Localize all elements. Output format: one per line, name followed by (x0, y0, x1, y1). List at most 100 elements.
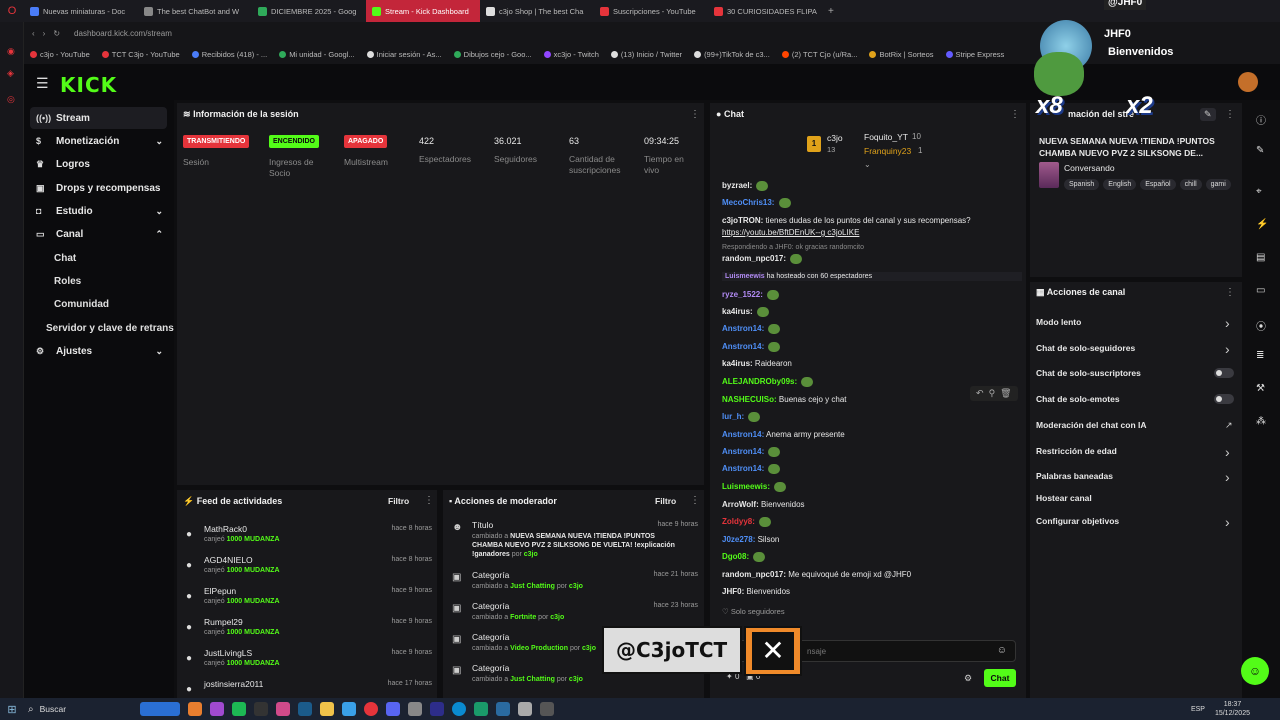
emote-icon[interactable] (767, 290, 780, 300)
taskbar-app-icon[interactable] (139, 702, 180, 716)
bookmark-item[interactable]: c3jo - YouTube (30, 50, 90, 59)
emote-icon[interactable] (801, 377, 814, 387)
chat-message[interactable]: MecoChris13: (722, 198, 791, 208)
info-icon[interactable]: ⓘ (1256, 112, 1266, 127)
mod-action-user[interactable]: c3jo (550, 614, 564, 621)
channel-action-item[interactable]: Chat de solo-emotes (1036, 394, 1120, 404)
channel-action-item[interactable]: Configurar objetivos (1036, 516, 1119, 526)
activity-user[interactable]: ElPepun (204, 586, 236, 596)
emoji-icon[interactable]: ☺ (997, 645, 1007, 656)
channel-action-item[interactable]: Palabras baneadas (1036, 471, 1113, 481)
chat-message[interactable]: Anstron14: (722, 464, 781, 474)
chat-username[interactable]: lur_h: (722, 412, 744, 421)
language-indicator[interactable]: ESP (1191, 706, 1205, 713)
chat-message[interactable]: c3joTRON: tienes dudas de los puntos del… (722, 216, 971, 225)
chat-message[interactable]: random_npc017: Me equivoqué de emoji xd … (722, 570, 911, 579)
bookmark-item[interactable]: (99+)TikTok de c3... (694, 50, 770, 59)
pencil-icon[interactable]: ✎ (1256, 145, 1264, 156)
taskbar-app-icon[interactable] (231, 702, 246, 716)
taskbar-app-icon[interactable] (473, 702, 488, 716)
taskbar-app-icon[interactable] (517, 702, 532, 716)
chat-settings-icon[interactable]: ⚙ (964, 673, 972, 684)
chat-message[interactable]: Anstron14: (722, 342, 781, 352)
sidebar-sub-roles[interactable]: Roles (54, 276, 81, 287)
chat-username[interactable]: ka4irus: (722, 359, 753, 368)
chat-username[interactable]: NASHECUISo: (722, 395, 777, 404)
toggle-switch[interactable] (1214, 368, 1234, 378)
external-link-icon[interactable]: ↗ (1225, 420, 1233, 431)
emote-icon[interactable] (753, 552, 766, 562)
emote-icon[interactable] (768, 342, 781, 352)
reload-icon[interactable]: ↻ (53, 29, 60, 38)
chat-message[interactable]: Respondiendo a JHF0: ok gracias randomci… (722, 244, 864, 251)
kebab-menu-icon[interactable]: ⋮ (1225, 287, 1235, 298)
edit-icon[interactable]: ✎ (1200, 108, 1216, 121)
chat-message[interactable]: https://youtu.be/BftDEnUK--g c3joLIKE (722, 228, 859, 237)
mod-action-user[interactable]: c3jo (569, 676, 583, 683)
bookmark-item[interactable]: Iniciar sesión - As... (366, 50, 442, 59)
chevron-right-icon[interactable]: › (1225, 469, 1230, 485)
reply-icon[interactable]: ↶ (976, 388, 984, 398)
emote-icon[interactable] (768, 324, 781, 334)
channel-action-item[interactable]: Moderación del chat con IA (1036, 420, 1147, 430)
taskbar-app-icon[interactable] (451, 702, 466, 716)
chat-username[interactable]: Luismeewis: (722, 482, 770, 491)
emote-icon[interactable] (768, 447, 781, 457)
bookmark-item[interactable]: (2) TCT Cjo (u/Ra... (781, 50, 857, 59)
chat-username[interactable]: Anstron14: (722, 430, 764, 439)
chat-message[interactable]: Anstron14: Anema army presente (722, 430, 845, 439)
pin-icon[interactable]: ⚲ (989, 388, 996, 398)
emote-icon[interactable] (774, 482, 787, 492)
bookmark-item[interactable]: (13) Inicio / Twitter (610, 50, 682, 59)
chat-message[interactable]: Anstron14: (722, 324, 781, 334)
activity-user[interactable]: JustLivingLS (204, 648, 252, 658)
channel-action-item[interactable]: Modo lento (1036, 317, 1081, 327)
document-icon[interactable]: ▤ (1256, 252, 1265, 263)
sidebar-item-estudio[interactable]: ◘ Estudio ⌄ (30, 200, 167, 222)
activity-user[interactable]: Rumpel29 (204, 617, 243, 627)
taskbar-app-icon[interactable] (385, 702, 400, 716)
chat-username[interactable]: Anstron14: (722, 324, 764, 333)
sidebar-sub-chat[interactable]: Chat (54, 253, 76, 264)
mod-action-user[interactable]: c3jo (569, 583, 583, 590)
chat-message[interactable]: ka4irus: (722, 307, 769, 317)
chat-username[interactable]: Anstron14: (722, 447, 764, 456)
bookmark-item[interactable]: Mi unidad - Googl... (279, 50, 355, 59)
chevron-right-icon[interactable]: › (1225, 341, 1230, 357)
taskbar-app-icon[interactable] (275, 702, 290, 716)
emote-icon[interactable] (768, 464, 781, 474)
back-icon[interactable]: ‹ (32, 29, 35, 38)
taskbar-app-icon[interactable] (209, 702, 224, 716)
taskbar-app-icon[interactable] (495, 702, 510, 716)
taskbar-app-icon[interactable] (363, 702, 378, 716)
chevron-down-icon[interactable]: ⌄ (864, 160, 871, 169)
kebab-menu-icon[interactable]: ⋮ (424, 495, 434, 506)
chat-message[interactable]: Anstron14: (722, 447, 781, 457)
mod-action-user[interactable]: c3jo (582, 645, 596, 652)
chat-message[interactable]: random_npc017: (722, 254, 803, 264)
chevron-right-icon[interactable]: › (1225, 514, 1230, 530)
sidebar-item-canal[interactable]: ▭ Canal ⌃ (30, 223, 167, 245)
chat-username[interactable]: J0ze278: (722, 535, 755, 544)
hamburger-icon[interactable]: ☰ (36, 75, 49, 92)
emote-icon[interactable] (790, 254, 803, 264)
chat-message[interactable]: NASHECUISo: Buenas cejo y chat (722, 395, 847, 404)
toggle-switch[interactable] (1214, 394, 1234, 404)
channel-action-item[interactable]: Chat de solo-seguidores (1036, 343, 1135, 353)
chat-message[interactable]: J0ze278: Silson (722, 535, 779, 544)
chat-message[interactable]: JHF0: Bienvenidos (722, 587, 790, 596)
emote-icon[interactable] (756, 181, 769, 191)
chevron-right-icon[interactable]: › (1225, 315, 1230, 331)
broadcast-icon[interactable]: ⦿ (1256, 318, 1266, 333)
opera-logo-icon[interactable]: O (0, 5, 24, 17)
bookmark-item[interactable]: BotRix | Sorteos (869, 50, 934, 59)
activity-user[interactable]: AGD4NIELO (204, 555, 253, 565)
chat-username[interactable]: random_npc017: (722, 570, 786, 579)
chat-username[interactable]: ArroWolf: (722, 500, 759, 509)
support-chat-button[interactable]: ☺ (1241, 657, 1269, 685)
apps-icon[interactable]: ⁂ (1256, 416, 1266, 427)
taskbar-app-icon[interactable] (407, 702, 422, 716)
windows-start-icon[interactable]: ⊞ (0, 703, 24, 716)
taskbar-app-icon[interactable] (187, 702, 202, 716)
browser-tab[interactable]: Suscripciones - YouTube (594, 0, 708, 22)
